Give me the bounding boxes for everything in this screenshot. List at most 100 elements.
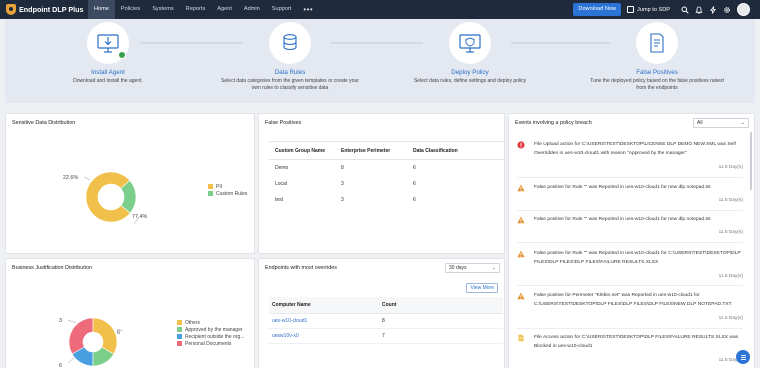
donut-label: 6 [117,330,120,336]
nav-item-reports[interactable]: Reports [180,0,212,19]
flash-icon[interactable] [706,0,720,19]
legend-item-approved[interactable]: Approved by the manager [177,326,244,333]
classification-count-link[interactable]: 6 [413,192,505,208]
nav-item-admin[interactable]: Admin [238,0,266,19]
step-circle [87,22,129,64]
quick-menu-button[interactable] [736,350,750,364]
table-header-row: Custom Group Name Enterprise Perimeter D… [269,141,505,160]
step-deploy-policy[interactable]: Deploy Policy Select data rules, define … [405,19,535,85]
step-data-rules[interactable]: Data Rules Select data categories from t… [217,19,363,91]
classification-count-link[interactable]: 6 [413,176,505,192]
legend-swatch [177,341,182,346]
justification-donut-chart: 3 6 6 [59,317,124,368]
brand[interactable]: Endpoint DLP Plus [0,0,88,19]
event-item[interactable]: File Access action for C:\USERS\TEST\DES… [517,334,743,368]
legend-label: Recipient outside the org... [185,333,245,340]
panel-title: Endpoints with most overrides [265,265,337,271]
perimeter-count-link[interactable]: 3 [341,192,413,208]
settings-gear-icon[interactable] [720,0,734,19]
range-select[interactable]: 30 days ⌄ [445,263,500,273]
justification-slice-others[interactable] [92,317,118,355]
chart-legend: PII Custom Rules [208,183,247,197]
step-desc: Select data rules, define settings and d… [413,78,527,84]
jump-icon [627,6,635,13]
event-text: False positive for Rule "" was Reported … [534,251,741,265]
legend-item-pii[interactable]: PII [208,183,247,190]
step-install-agent[interactable]: Install Agent Download and install the a… [43,19,173,85]
legend-swatch [177,320,182,325]
legend-label: PII [216,183,223,190]
event-item[interactable]: False positive for Rule "" was Reported … [517,184,743,210]
legend-item-custom-rules[interactable]: Custom Rules [208,190,247,197]
events-filter-select[interactable]: All ⌄ [693,118,749,128]
getting-started-banner: Install Agent Download and install the a… [5,19,755,103]
step-circle [269,22,311,64]
divider [517,177,743,178]
app-name: Endpoint DLP Plus [19,5,84,14]
deploy-policy-icon [459,34,481,53]
event-item[interactable]: False positive for Rule "" was Reported … [517,250,743,284]
step-false-positives[interactable]: False Positives Tune the deployed policy… [587,19,727,91]
nav-item-home[interactable]: Home [88,0,115,19]
notification-bell-icon[interactable] [692,0,706,19]
warning-icon [517,216,525,224]
more-menu-icon[interactable]: ••• [297,0,319,19]
divider [517,242,743,243]
nav-item-agent[interactable]: Agent [211,0,238,19]
classification-count-link[interactable]: 6 [413,160,505,176]
step-desc: Select data categories from the given te… [221,78,359,91]
error-icon [517,141,525,149]
download-now-button[interactable]: Download Now [573,3,622,16]
event-item[interactable]: False positive for Rule "" was Reported … [517,216,743,242]
legend-item-others[interactable]: Others [177,319,244,326]
nav-item-policies[interactable]: Policies [115,0,146,19]
divider [517,210,743,211]
event-item[interactable]: File Upload action for C:\USERS\TEST\DES… [517,141,743,175]
column-header: Count [379,297,503,314]
legend-item-personal[interactable]: Personal Documents [177,340,244,347]
legend-swatch [208,191,213,196]
event-time: 11.5 Day(s) [718,316,743,321]
event-text: False positive for Rule "" was Reported … [534,185,711,190]
nav-item-systems[interactable]: Systems [146,0,179,19]
column-header: Data Classification [413,141,505,160]
nav-item-support[interactable]: Support [266,0,298,19]
endpoints-overrides-panel: Endpoints with most overrides 30 days ⌄ … [258,258,505,368]
override-count: 7 [379,328,503,344]
step-desc: Tune the deployed policy based on the fa… [590,78,724,91]
sensitive-slice-pii[interactable] [85,171,131,223]
jump-to-sdp-link[interactable]: Jump to SDP [627,6,670,13]
warning-icon [517,292,525,300]
table-row: uesw10v-x0 7 [269,328,503,344]
step-circle [449,22,491,64]
view-more-button[interactable]: View More [466,283,498,293]
chevron-down-icon: ⌄ [740,120,745,126]
donut-label: 77.4% [132,214,147,220]
column-header: Enterprise Perimeter [341,141,413,160]
legend-swatch [177,327,182,332]
table-row: ues-w10-cloud1 8 [269,313,503,329]
donut-label: 6 [59,363,62,368]
perimeter-count-link[interactable]: 8 [341,160,413,176]
step-title[interactable]: Deploy Policy [405,69,535,76]
legend-label: Approved by the manager [185,326,243,333]
computer-name-link[interactable]: ues-w10-cloud1 [269,313,379,329]
user-avatar[interactable] [737,3,750,16]
legend-swatch [177,334,182,339]
step-title[interactable]: Install Agent [43,69,173,76]
event-text: False positive for Rule "" was Reported … [534,217,711,222]
computer-name-link[interactable]: uesw10v-x0 [269,328,379,344]
column-header: Custom Group Name [269,141,341,160]
events-scrollbar[interactable] [750,132,752,190]
step-title[interactable]: False Positives [587,69,727,76]
search-icon[interactable] [678,0,692,19]
step-title[interactable]: Data Rules [217,69,363,76]
perimeter-count-link[interactable]: 3 [341,176,413,192]
false-positives-panel: False Positives Custom Group Name Enterp… [258,113,505,254]
document-note-icon [518,334,524,342]
legend-item-recipient[interactable]: Recipient outside the org... [177,333,244,340]
nav-right: Download Now Jump to SDP [573,0,760,19]
event-item[interactable]: False positive for Perimeter "Klebin.net… [517,292,743,326]
data-rules-icon [283,34,297,51]
chevron-down-icon: ⌄ [491,265,496,271]
